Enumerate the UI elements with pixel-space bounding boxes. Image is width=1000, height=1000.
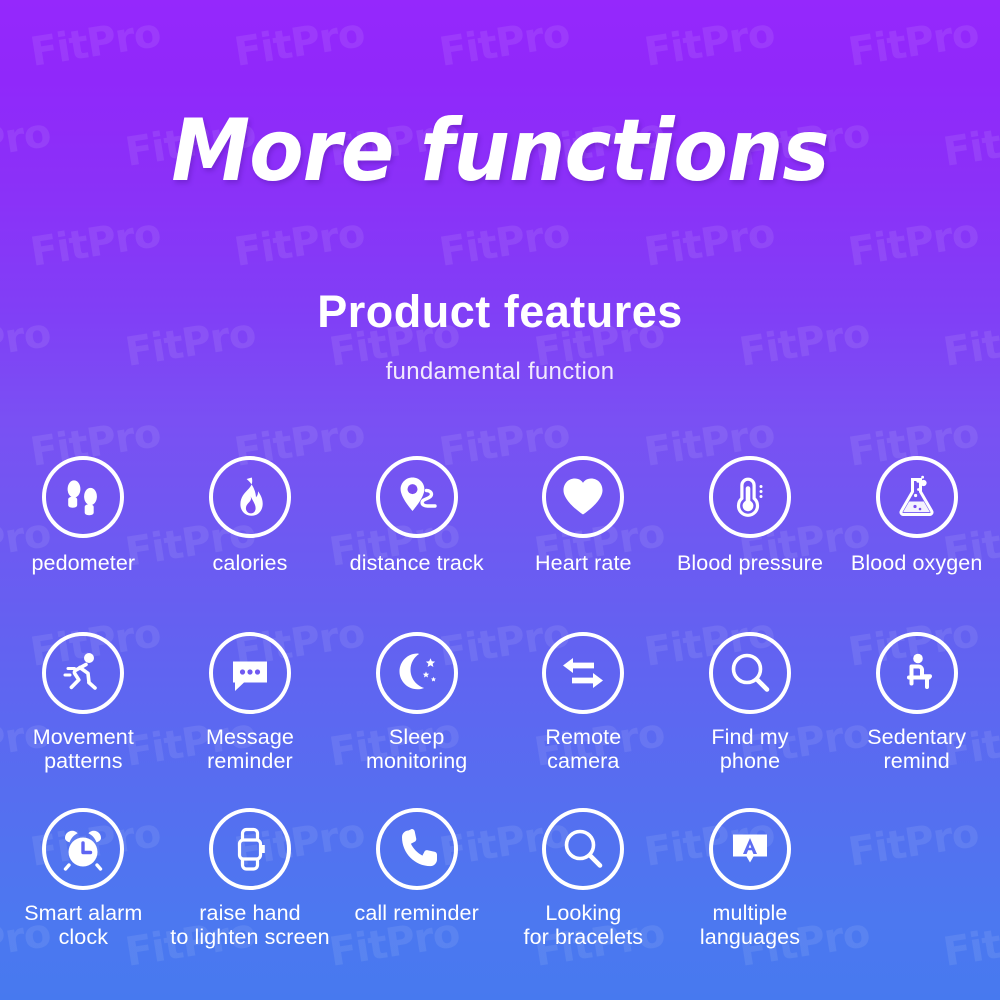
phone-handset-icon	[375, 808, 458, 890]
feature-label: Looking for bracelets	[523, 901, 644, 950]
feature-item-call-reminder: call reminder	[333, 808, 500, 949]
magnifier-icon	[542, 808, 625, 890]
location-pin-path-icon	[375, 456, 458, 538]
promo-page: FitPro FitPro FitPro FitPro FitPro FitPro FitP…	[0, 0, 1000, 1000]
feature-label: Sedentary remind	[867, 725, 967, 774]
feature-item-remote-camera: Remote camera	[500, 632, 667, 773]
feature-item-sleep-monitoring: Sleep monitoring	[333, 632, 500, 773]
feature-row-1: pedometer calories distance track Heart …	[0, 456, 1000, 575]
feature-item-pedometer: pedometer	[0, 456, 167, 575]
two-arrows-icon	[542, 632, 625, 714]
chat-bubble-icon	[208, 632, 291, 714]
feature-row-3: Smart alarm clock raise hand to lighten …	[0, 808, 1000, 949]
feature-item-heart-rate: Heart rate	[500, 456, 667, 575]
feature-label: Blood pressure	[676, 551, 823, 575]
feature-item-distance-track: distance track	[333, 456, 500, 575]
feature-item-blood-pressure: Blood pressure	[667, 456, 834, 575]
feature-row-2: Movement patterns Message reminder Sleep…	[0, 632, 1000, 773]
feature-label: multiple languages	[699, 901, 801, 950]
smartwatch-icon	[208, 808, 291, 890]
feature-item-message-reminder: Message reminder	[167, 632, 334, 773]
feature-item-multiple-languages: multiple languages	[667, 808, 834, 949]
feature-label: Movement patterns	[32, 725, 134, 774]
thermometer-icon	[708, 456, 791, 538]
feature-label: Message reminder	[206, 725, 294, 774]
feature-item-smart-alarm-clock: Smart alarm clock	[0, 808, 167, 949]
feature-label: Sleep monitoring	[365, 725, 468, 774]
feature-item-sedentary-remind: Sedentary remind	[833, 632, 1000, 773]
feature-item-raise-hand: raise hand to lighten screen	[167, 808, 334, 949]
page-title: More functions	[171, 101, 829, 201]
feature-label: pedometer	[31, 551, 136, 575]
feature-label: raise hand to lighten screen	[170, 901, 330, 950]
feature-item-looking-for-bracelets: Looking for bracelets	[500, 808, 667, 949]
feature-label: Blood oxygen	[850, 551, 983, 575]
speech-bubble-a-icon	[708, 808, 791, 890]
flask-icon	[875, 456, 958, 538]
feature-label: distance track	[349, 551, 484, 575]
alarm-clock-icon	[42, 808, 125, 890]
magnifier-icon	[708, 632, 791, 714]
seated-person-icon	[875, 632, 958, 714]
content-layer: More functions Product features fundamen…	[0, 0, 1000, 1000]
feature-label: calories	[212, 551, 288, 575]
flame-icon	[208, 456, 291, 538]
feature-item-movement-patterns: Movement patterns	[0, 632, 167, 773]
feature-item-calories: calories	[167, 456, 334, 575]
feature-label: call reminder	[354, 901, 479, 925]
moon-stars-icon	[375, 632, 458, 714]
footprints-icon	[42, 456, 125, 538]
feature-label: Smart alarm clock	[24, 901, 143, 950]
heart-icon	[542, 456, 625, 538]
section-subtitle: fundamental function	[385, 358, 615, 385]
feature-label: Remote camera	[545, 725, 622, 774]
running-person-icon	[42, 632, 125, 714]
feature-label: Heart rate	[535, 551, 632, 575]
feature-item-empty	[833, 808, 1000, 949]
feature-label: Find my phone	[711, 725, 789, 774]
feature-item-blood-oxygen: Blood oxygen	[833, 456, 1000, 575]
section-title: Product features	[317, 286, 683, 337]
feature-item-find-my-phone: Find my phone	[667, 632, 834, 773]
